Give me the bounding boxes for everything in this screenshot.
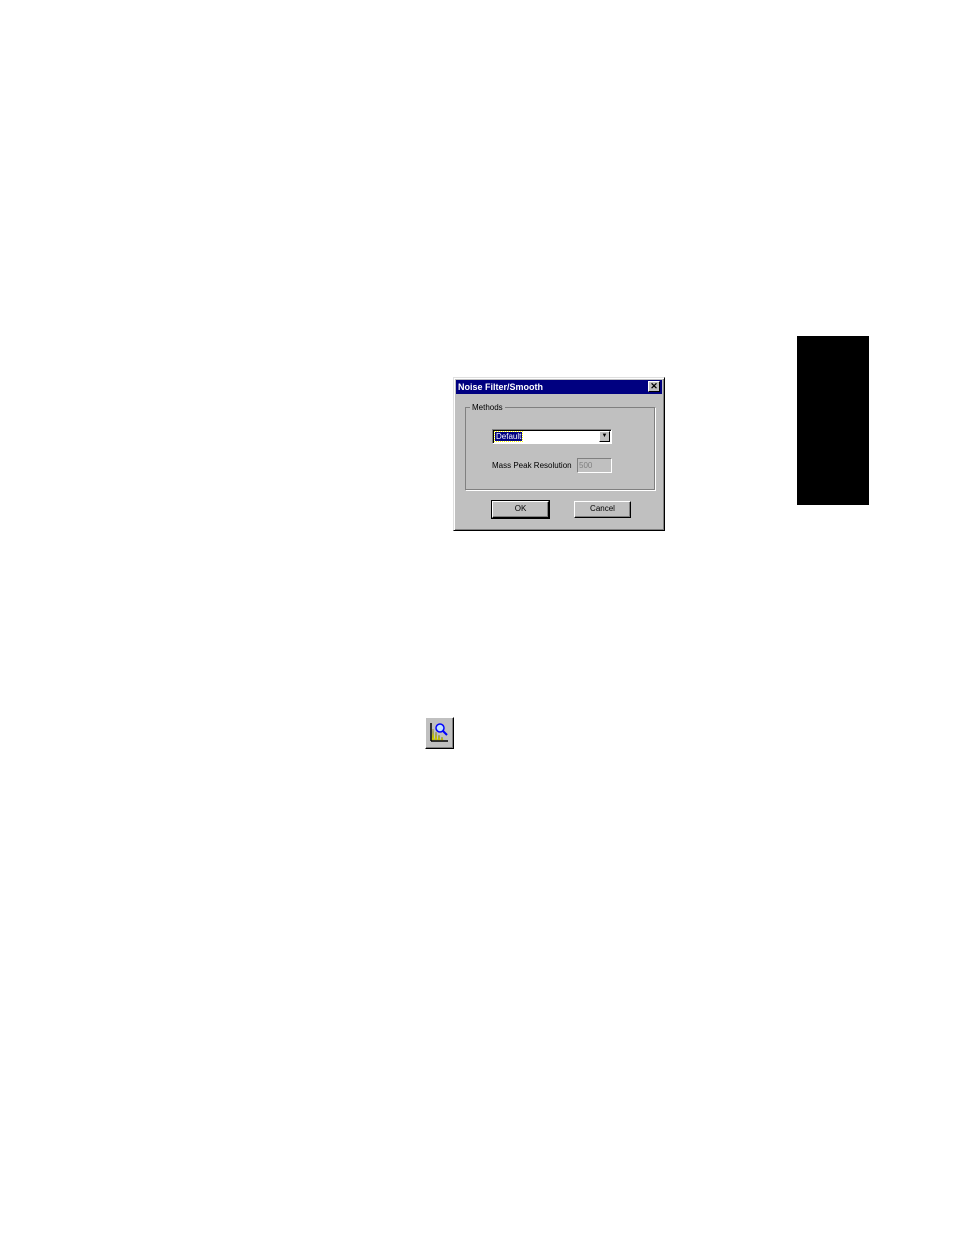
mass-peak-resolution-input[interactable] [577, 458, 612, 473]
dialog-title: Noise Filter/Smooth [458, 382, 544, 392]
chapter-edge-tab [797, 336, 869, 505]
noise-filter-smooth-icon [430, 723, 448, 742]
methods-group-label: Methods [470, 402, 505, 413]
noise-filter-smooth-dialog: Noise Filter/Smooth ✕ Methods Default ▼ … [453, 377, 665, 531]
close-icon: ✕ [650, 381, 658, 391]
chevron-down-icon: ▼ [601, 433, 608, 439]
close-button[interactable]: ✕ [648, 381, 660, 392]
cancel-button[interactable]: Cancel [574, 501, 631, 518]
method-select-dropdown-button[interactable]: ▼ [599, 431, 610, 442]
ok-button[interactable]: OK [491, 500, 550, 519]
methods-group [465, 407, 655, 490]
method-select-value: Default [493, 431, 524, 442]
method-select[interactable]: Default ▼ [492, 429, 612, 444]
dialog-titlebar[interactable]: Noise Filter/Smooth ✕ [456, 380, 662, 394]
noise-filter-smooth-tool-button[interactable] [425, 717, 454, 749]
mass-peak-resolution-label: Mass Peak Resolution [492, 461, 572, 470]
